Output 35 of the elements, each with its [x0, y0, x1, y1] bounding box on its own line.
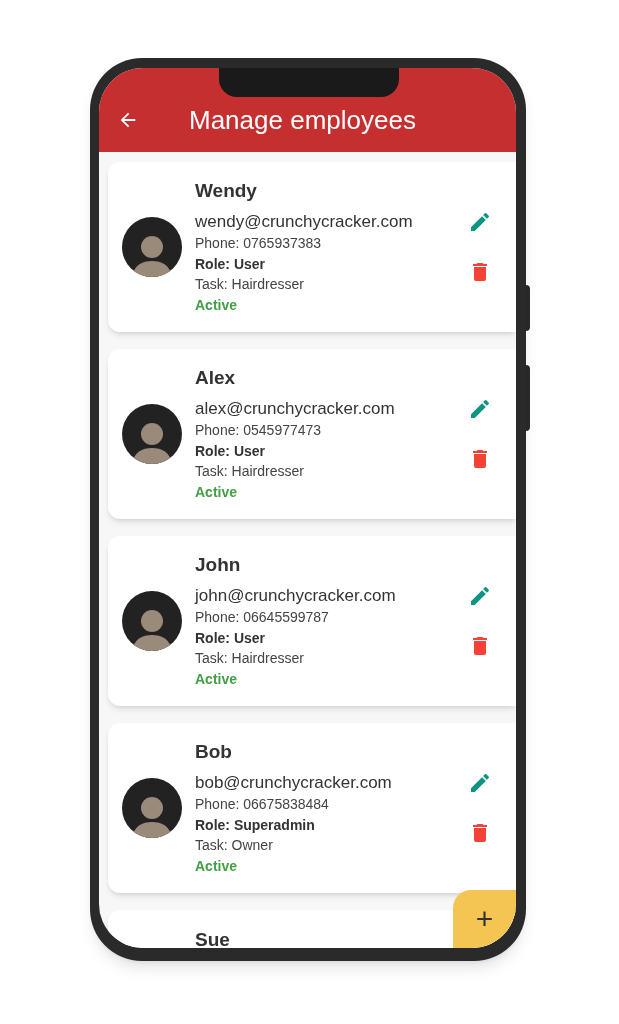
employee-name: Sue: [195, 928, 231, 948]
employee-phone: Phone: 06645599787: [195, 608, 330, 627]
employee-task: Task: Hairdresser: [195, 649, 305, 668]
avatar: [122, 404, 182, 464]
employee-name: Alex: [195, 366, 237, 390]
employee-task: Task: Hairdresser: [195, 462, 305, 481]
employee-task: Task: Owner: [195, 836, 274, 855]
add-button[interactable]: +: [453, 890, 516, 948]
avatar: [122, 217, 182, 277]
employee-status: Active: [195, 669, 239, 689]
employee-name: Bob: [195, 740, 233, 764]
employee-role: Role: User: [195, 441, 267, 461]
employee-status: Active: [195, 482, 239, 502]
employee-task: Task: Hairdresser: [195, 275, 305, 294]
employee-role: Role: User: [195, 628, 267, 648]
employee-role: Role: User: [195, 254, 267, 274]
employee-email: wendy@crunchycracker.com: [195, 211, 414, 233]
edit-icon[interactable]: [468, 584, 492, 608]
employee-phone: Phone: 06675838484: [195, 795, 330, 814]
edit-icon[interactable]: [468, 210, 492, 234]
employee-phone: Phone: 0545977473: [195, 421, 323, 440]
employee-email: john@crunchycracker.com: [195, 585, 397, 607]
employee-name: John: [195, 553, 242, 577]
employee-email: alex@crunchycracker.com: [195, 398, 396, 420]
avatar: [122, 591, 182, 651]
avatar: [122, 778, 182, 838]
employee-status: Active: [195, 856, 239, 876]
edit-icon[interactable]: [468, 771, 492, 795]
edit-icon[interactable]: [468, 397, 492, 421]
employee-status: Active: [195, 295, 239, 315]
employee-name: Wendy: [195, 179, 258, 203]
app-bar-title: Manage employees: [189, 107, 416, 133]
employee-email: bob@crunchycracker.com: [195, 772, 393, 794]
employee-phone: Phone: 0765937383: [195, 234, 323, 253]
employee-role: Role: Superadmin: [195, 815, 316, 835]
